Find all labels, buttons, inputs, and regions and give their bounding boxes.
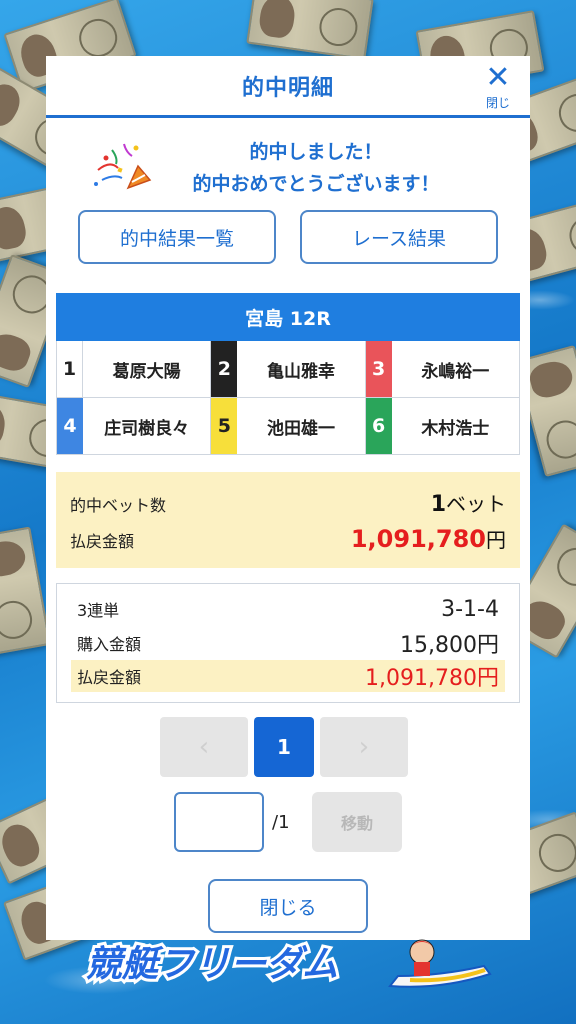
kyotei-freedom-logo: 競艇フリーダム: [83, 939, 492, 988]
racer-name: 池田雄一: [266, 418, 335, 439]
result-button-row: 的中結果一覧 レース結果: [78, 210, 498, 264]
bet-count-row: 的中ベット数 1ベット: [70, 488, 506, 517]
racer-name: 木村浩士: [421, 418, 490, 439]
racer-cell: 4 庄司樹良々: [57, 398, 212, 455]
racer-cell: 5 池田雄一: [211, 398, 366, 455]
payout-row: 払戻金額 1,091,780円: [70, 524, 506, 553]
racer-cell: 2 亀山雅幸: [211, 341, 366, 398]
race-result-button[interactable]: レース結果: [300, 210, 498, 264]
racer-grid: 1 葛原大陽 2 亀山雅幸 3 永嶋裕一 4 庄司樹良々 5 池田雄一 6 木村浩士: [56, 341, 520, 455]
bet-count-number: 1: [430, 492, 446, 517]
close-x-label: 閉じ: [485, 96, 510, 110]
congrats-line-1: 的中しました！: [249, 141, 383, 163]
racer-name: 葛原大陽: [112, 361, 181, 382]
racer-name: 亀山雅幸: [266, 361, 335, 382]
racer-number-badge: 1: [57, 341, 83, 397]
purchase-amount: 15,800円: [400, 633, 499, 658]
payout-amount: 1,091,780: [350, 525, 486, 553]
page-total: /1: [272, 811, 290, 833]
bet-count-label: 的中ベット数: [70, 496, 167, 515]
racer-number-badge: 5: [211, 398, 238, 454]
close-button[interactable]: 閉じる: [208, 879, 368, 933]
payout-unit: 円: [486, 528, 506, 552]
logo-text: 競艇フリーダム: [86, 944, 338, 985]
payout-value: 1,091,780円: [351, 524, 506, 553]
racer-name: 庄司樹良々: [104, 418, 190, 439]
modal-title: 的中明細: [241, 74, 334, 100]
prev-page-button[interactable]: ‹: [160, 717, 248, 777]
racer-number-badge: 3: [365, 341, 392, 397]
pagination: ‹ 1 ›: [160, 717, 408, 777]
modal-header: 的中明細 ✕ 閉じ: [46, 56, 530, 118]
bet-type-label: 3連単: [77, 601, 120, 620]
payout-label: 払戻金額: [70, 532, 135, 551]
racer-number-badge: 2: [211, 341, 238, 397]
bet-detail-card: 3連単 3-1-4 購入金額 15,800円 払戻金額 1,091,780円: [56, 583, 520, 703]
congrats-section: 的中しました！ 的中おめでとうございます！: [46, 132, 530, 202]
detail-payout-row: 払戻金額 1,091,780円: [71, 660, 505, 692]
page-jump: /1 移動: [174, 792, 402, 852]
next-page-button[interactable]: ›: [320, 717, 408, 777]
hit-summary: 的中ベット数 1ベット 払戻金額 1,091,780円: [56, 472, 520, 568]
racer-cell: 1 葛原大陽: [57, 341, 212, 398]
congrats-line-2: 的中おめでとうございます！: [192, 173, 440, 195]
racer-number-badge: 6: [365, 398, 392, 454]
racer-cell: 6 木村浩士: [365, 398, 520, 455]
page-number-input[interactable]: [174, 792, 264, 852]
congrats-message: 的中しました！ 的中おめでとうございます！: [126, 136, 506, 200]
page-1-button[interactable]: 1: [254, 717, 314, 777]
close-x-button[interactable]: ✕ 閉じ: [476, 62, 520, 114]
racer-cell: 3 永嶋裕一: [365, 341, 520, 398]
detail-payout-label: 払戻金額: [77, 668, 142, 687]
close-icon: ✕: [485, 60, 511, 95]
detail-payout-amount: 1,091,780円: [365, 666, 499, 691]
purchase-label: 購入金額: [77, 635, 142, 654]
hit-list-button[interactable]: 的中結果一覧: [78, 210, 276, 264]
hit-detail-modal: 的中明細 ✕ 閉じ 的中しました！ 的中おめでとうございます！ 的中結果一覧 レ…: [46, 56, 530, 940]
bet-type-row: 3連単 3-1-4: [77, 594, 499, 624]
bet-count-unit: ベット: [446, 492, 506, 516]
race-title: 宮島 12R: [56, 293, 520, 341]
move-button[interactable]: 移動: [312, 792, 402, 852]
bet-combination: 3-1-4: [441, 596, 499, 622]
racer-number-badge: 4: [57, 398, 83, 454]
racer-name: 永嶋裕一: [421, 361, 490, 382]
bet-count-value: 1ベット: [431, 488, 506, 517]
purchase-row: 購入金額 15,800円: [77, 628, 499, 658]
